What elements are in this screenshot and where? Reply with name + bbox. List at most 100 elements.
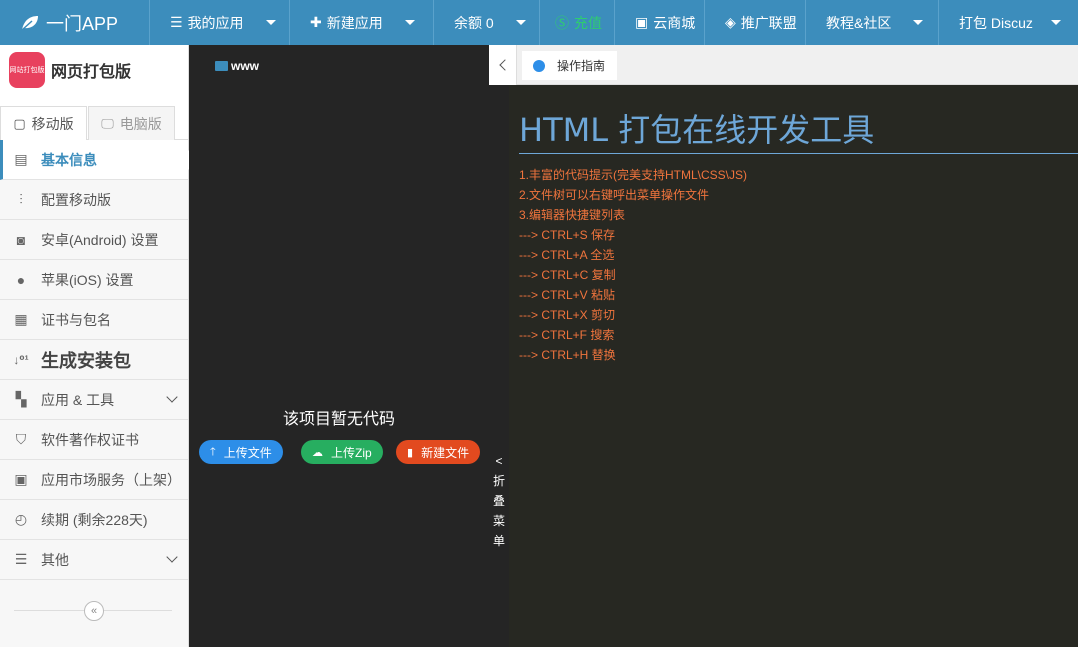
editor-tab-bar: 操作指南 [489,45,1078,85]
new-file-button[interactable]: ▮ 新建文件 [396,440,481,464]
sidebar-item-configure-mobile[interactable]: ⫶ 配置移动版 [0,180,188,220]
tab-guide-label: 操作指南 [557,59,606,73]
nav-affiliate[interactable]: ◈ 推广联盟 [705,0,806,45]
guide-line: 3.编辑器快捷键列表 [519,208,626,222]
code-editor[interactable]: HTML 打包在线开发工具 1.丰富的代码提示(完美支持HTML\CSS\JS)… [509,85,1078,647]
editor-heading: HTML 打包在线开发工具 [519,111,875,149]
fold-char: 菜 [492,514,505,528]
binary-sort-icon: ↓⁰¹ [13,352,29,367]
folder-icon [215,61,228,71]
nav-new-app[interactable]: ✚ 新建应用 [290,0,434,45]
nav-balance-label: 余额 0 [454,14,494,31]
nav-balance[interactable]: 余额 0 [434,0,540,45]
platform-tabs: ▢ 移动版 🖵 电脑版 [0,95,188,140]
fold-char: 叠 [492,494,505,508]
document-icon: ▤ [14,151,28,167]
file-tree-panel: www 该项目暂无代码 🡑 上传文件 ☁ 上传Zip ▮ 新建文件 [189,45,489,647]
android-icon: ◙ [16,231,26,248]
chevron-down-icon [515,20,526,25]
cloud-upload-icon: ☁ [312,446,323,459]
fold-arrow-icon: < [495,454,503,468]
sidebar-item-label: 证书与包名 [41,311,111,328]
clock-icon: ◴ [14,511,28,527]
heading-rule [519,153,1078,154]
sidebar-item-renewal[interactable]: ◴ 续期 (剩余228天) [0,500,188,540]
sliders-icon: ⫶ [19,191,23,207]
chevron-down-icon [166,551,178,563]
sidebar-item-label: 配置移动版 [41,191,111,208]
tree-root-folder[interactable]: www [215,59,259,73]
chevron-down-icon [166,391,178,403]
app-header: 网站打包版 网页打包版 [0,45,188,95]
sidebar-item-label: 其他 [41,551,69,568]
guide-line: ---> CTRL+H 替换 [519,348,616,362]
guide-line: 1.丰富的代码提示(完美支持HTML\CSS\JS) [519,168,748,182]
guide-line: ---> CTRL+F 搜索 [519,328,615,342]
top-navbar: 一门APP ☰ 我的应用 ✚ 新建应用 余额 0 Ⓢ 充值 ▣ 云商城 ◈ 推广… [0,0,1078,45]
nav-pack-discuz[interactable]: 打包 Discuz [939,0,1078,45]
sidebar-item-ios[interactable]: ● 苹果(iOS) 设置 [0,260,188,300]
guide-line: ---> CTRL+C 复制 [519,268,616,282]
tab-guide[interactable]: 操作指南 [522,51,617,80]
sidebar-item-certificate[interactable]: ▦ 证书与包名 [0,300,188,340]
shield-icon: ⛉ [15,431,27,447]
nav-my-apps[interactable]: ☰ 我的应用 [150,0,290,45]
brand-name: 一门APP [46,13,119,34]
guide-line: 2.文件树可以右键呼出菜单操作文件 [519,188,710,202]
chevron-down-icon [404,20,415,25]
sidebar-item-label: 生成安装包 [41,350,131,371]
plus-icon: ✚ [310,14,322,30]
nav-cloud-store[interactable]: ▣ 云商城 [615,0,705,45]
tab-status-dot-icon [533,59,545,72]
bars-icon: ☰ [14,551,28,567]
market-icon: ▣ [14,471,28,487]
tab-desktop-label: 电脑版 [119,115,162,132]
app-logo: 网站打包版 [9,52,45,88]
chevron-down-icon [913,20,924,25]
nav-tutorial-community[interactable]: 教程&社区 [806,0,939,45]
chevron-down-icon [265,20,276,25]
sidebar-item-other[interactable]: ☰ 其他 [0,540,188,580]
apple-icon: ● [16,271,26,288]
empty-project-message: 该项目暂无代码 [282,411,395,428]
sidebar-item-android[interactable]: ◙ 安卓(Android) 设置 [0,220,188,260]
sidebar-item-copyright[interactable]: ⛉ 软件著作权证书 [0,420,188,460]
certificate-icon: ▦ [14,311,28,327]
desktop-icon: 🖵 [101,115,114,131]
brand-logo[interactable]: 一门APP [0,0,150,45]
sidebar-item-market-service[interactable]: ▣ 应用市场服务（上架） [0,460,188,500]
leaf-icon [21,15,38,31]
upload-arrow-icon: 🡑 [210,445,216,458]
sidebar-item-build-package[interactable]: ↓⁰¹ 生成安装包 [0,340,188,380]
guide-lines: 1.丰富的代码提示(完美支持HTML\CSS\JS) 2.文件树可以右键呼出菜单… [519,165,747,365]
collapse-sidebar-icon[interactable]: « [84,601,104,621]
guide-line: ---> CTRL+A 全选 [519,248,615,262]
upload-file-button[interactable]: 🡑 上传文件 [199,440,283,464]
fold-char: 单 [492,534,505,548]
sidebar-item-label: 软件著作权证书 [41,431,139,448]
nav-recharge[interactable]: Ⓢ 充值 [540,0,615,45]
back-button[interactable] [489,45,517,85]
tab-mobile[interactable]: ▢ 移动版 [0,106,87,140]
tab-desktop[interactable]: 🖵 电脑版 [88,106,175,140]
sidebar-item-label: 安卓(Android) 设置 [41,231,159,248]
sidebar-item-label: 续期 (剩余228天) [41,511,148,528]
new-file-label: 新建文件 [421,445,470,460]
upload-file-label: 上传文件 [223,445,272,460]
nav-new-app-label: 新建应用 [326,14,383,31]
nav-cloud-store-label: 云商城 [653,14,696,31]
chevron-left-icon [498,59,511,71]
nav-pack-discuz-label: 打包 Discuz [959,14,1033,31]
fold-menu-label: < 折 叠 菜 单 [489,451,509,551]
fold-char: 折 [492,474,505,488]
nav-affiliate-label: 推广联盟 [740,14,797,31]
sidebar-item-apps-tools[interactable]: ▚ 应用 & 工具 [0,380,188,420]
fold-menu-toggle[interactable]: < 折 叠 菜 单 [489,85,509,647]
mobile-icon: ▢ [13,115,26,131]
sidebar-item-basic-info[interactable]: ▤ 基本信息 [0,140,198,180]
sidebar-item-label: 应用市场服务（上架） [41,471,181,488]
sidebar-item-label: 应用 & 工具 [41,391,115,408]
store-icon: ▣ [635,14,649,30]
share-icon: ◈ [725,14,736,30]
upload-zip-button[interactable]: ☁ 上传Zip [301,440,383,464]
